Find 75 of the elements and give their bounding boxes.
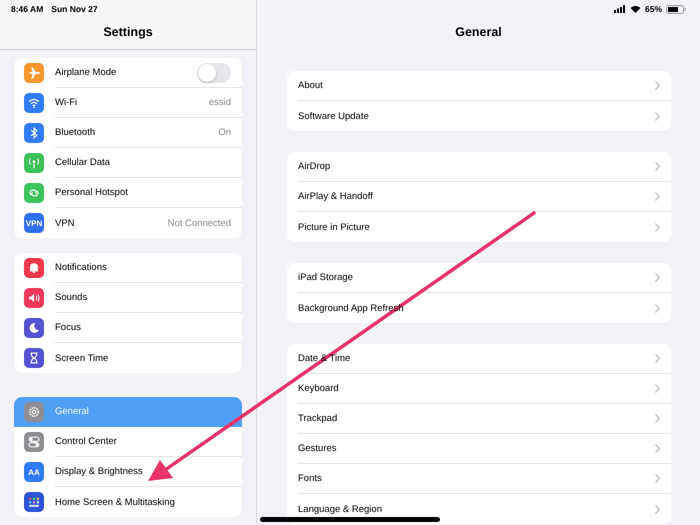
row-label: Trackpad [298,413,338,424]
item-label: Sounds [55,292,88,303]
signal-icon [614,5,626,13]
sidebar-item[interactable]: Screen Time [14,343,242,373]
battery-percentage: 65% [644,4,662,14]
chevron-icon [655,414,660,423]
item-label: General [55,406,89,417]
row-label: Picture in Picture [298,222,370,232]
row-label: AirDrop [298,161,330,172]
sidebar-item[interactable]: Focus [14,313,242,343]
toggle-switch[interactable] [197,62,231,82]
item-label: Personal Hotspot [55,187,128,198]
chevron-icon [655,112,660,120]
chevron-icon [655,273,660,282]
battery-icon [666,4,686,14]
item-label: Cellular Data [55,157,110,168]
row-label: Gestures [298,443,337,454]
row-label: AirPlay & Handoff [298,191,373,202]
item-label: Display & Brightness [55,466,143,477]
sidebar-title: Settings [102,25,154,39]
sidebar-item[interactable]: Control Center [14,427,242,457]
item-label: Focus [55,322,81,333]
chevron-icon [655,354,660,363]
settings-row[interactable]: About [298,71,671,101]
sidebar-item[interactable]: Airplane Mode [14,58,242,88]
item-value: Not Connected [168,218,231,228]
settings-row[interactable]: Fonts [298,464,671,494]
chevron-icon [655,444,660,453]
row-label: Language & Region [298,504,382,514]
status-time: 8:46 AM [11,4,44,14]
sidebar-item[interactable]: Bluetooth On [14,118,242,148]
row-label: Keyboard [298,383,339,394]
item-label: Screen Time [55,352,108,364]
detail-title: General [454,25,503,39]
item-label: Airplane Mode [55,67,116,78]
row-label: Software Update [298,110,369,122]
row-label: About [298,80,323,91]
chevron-icon [655,162,660,171]
item-label: Control Center [55,436,117,447]
settings-row[interactable]: Gestures [298,434,671,464]
item-label: VPN [55,218,75,228]
text-size-icon: AA [24,462,44,482]
sidebar-item[interactable]: Personal Hotspot [14,178,242,208]
row-label: Fonts [298,473,322,484]
chevron-icon [655,81,660,90]
item-value: On [218,127,231,138]
settings-row[interactable]: iPad Storage [298,263,671,293]
settings-row[interactable]: AirPlay & Handoff [298,182,671,212]
sidebar-item[interactable]: Notifications [14,253,242,283]
chevron-icon [655,504,660,514]
settings-row[interactable]: Software Update [298,101,671,131]
item-label: Home Screen & Multitasking [55,496,175,508]
sidebar-item[interactable]: Sounds [14,283,242,313]
item-label: Notifications [55,262,107,273]
settings-row[interactable]: Language & Region [298,494,671,524]
sidebar-item[interactable]: Cellular Data [14,148,242,178]
settings-row[interactable]: Trackpad [298,404,671,434]
item-label: Bluetooth [55,127,96,138]
chevron-icon [655,304,660,312]
chevron-icon [655,222,660,232]
settings-row[interactable]: AirDrop [298,152,671,182]
row-label: iPad Storage [298,272,353,283]
chevron-icon [655,192,660,201]
vpn-icon: VPN [24,213,44,233]
item-label: Wi-Fi [55,97,78,108]
status-date: Sun Nov 27 [51,4,98,14]
item-value: essid [208,97,231,108]
chevron-icon [655,384,660,393]
sidebar-item[interactable]: Wi-Fi essid [14,88,242,118]
sidebar-item[interactable]: Home Screen & Multitasking [14,487,242,517]
settings-row[interactable]: Picture in Picture [298,212,671,242]
wifi-icon [630,5,641,13]
chevron-icon [655,474,660,483]
settings-row[interactable]: Keyboard [298,374,671,404]
sidebar-item[interactable]: VPN VPN Not Connected [14,208,242,238]
